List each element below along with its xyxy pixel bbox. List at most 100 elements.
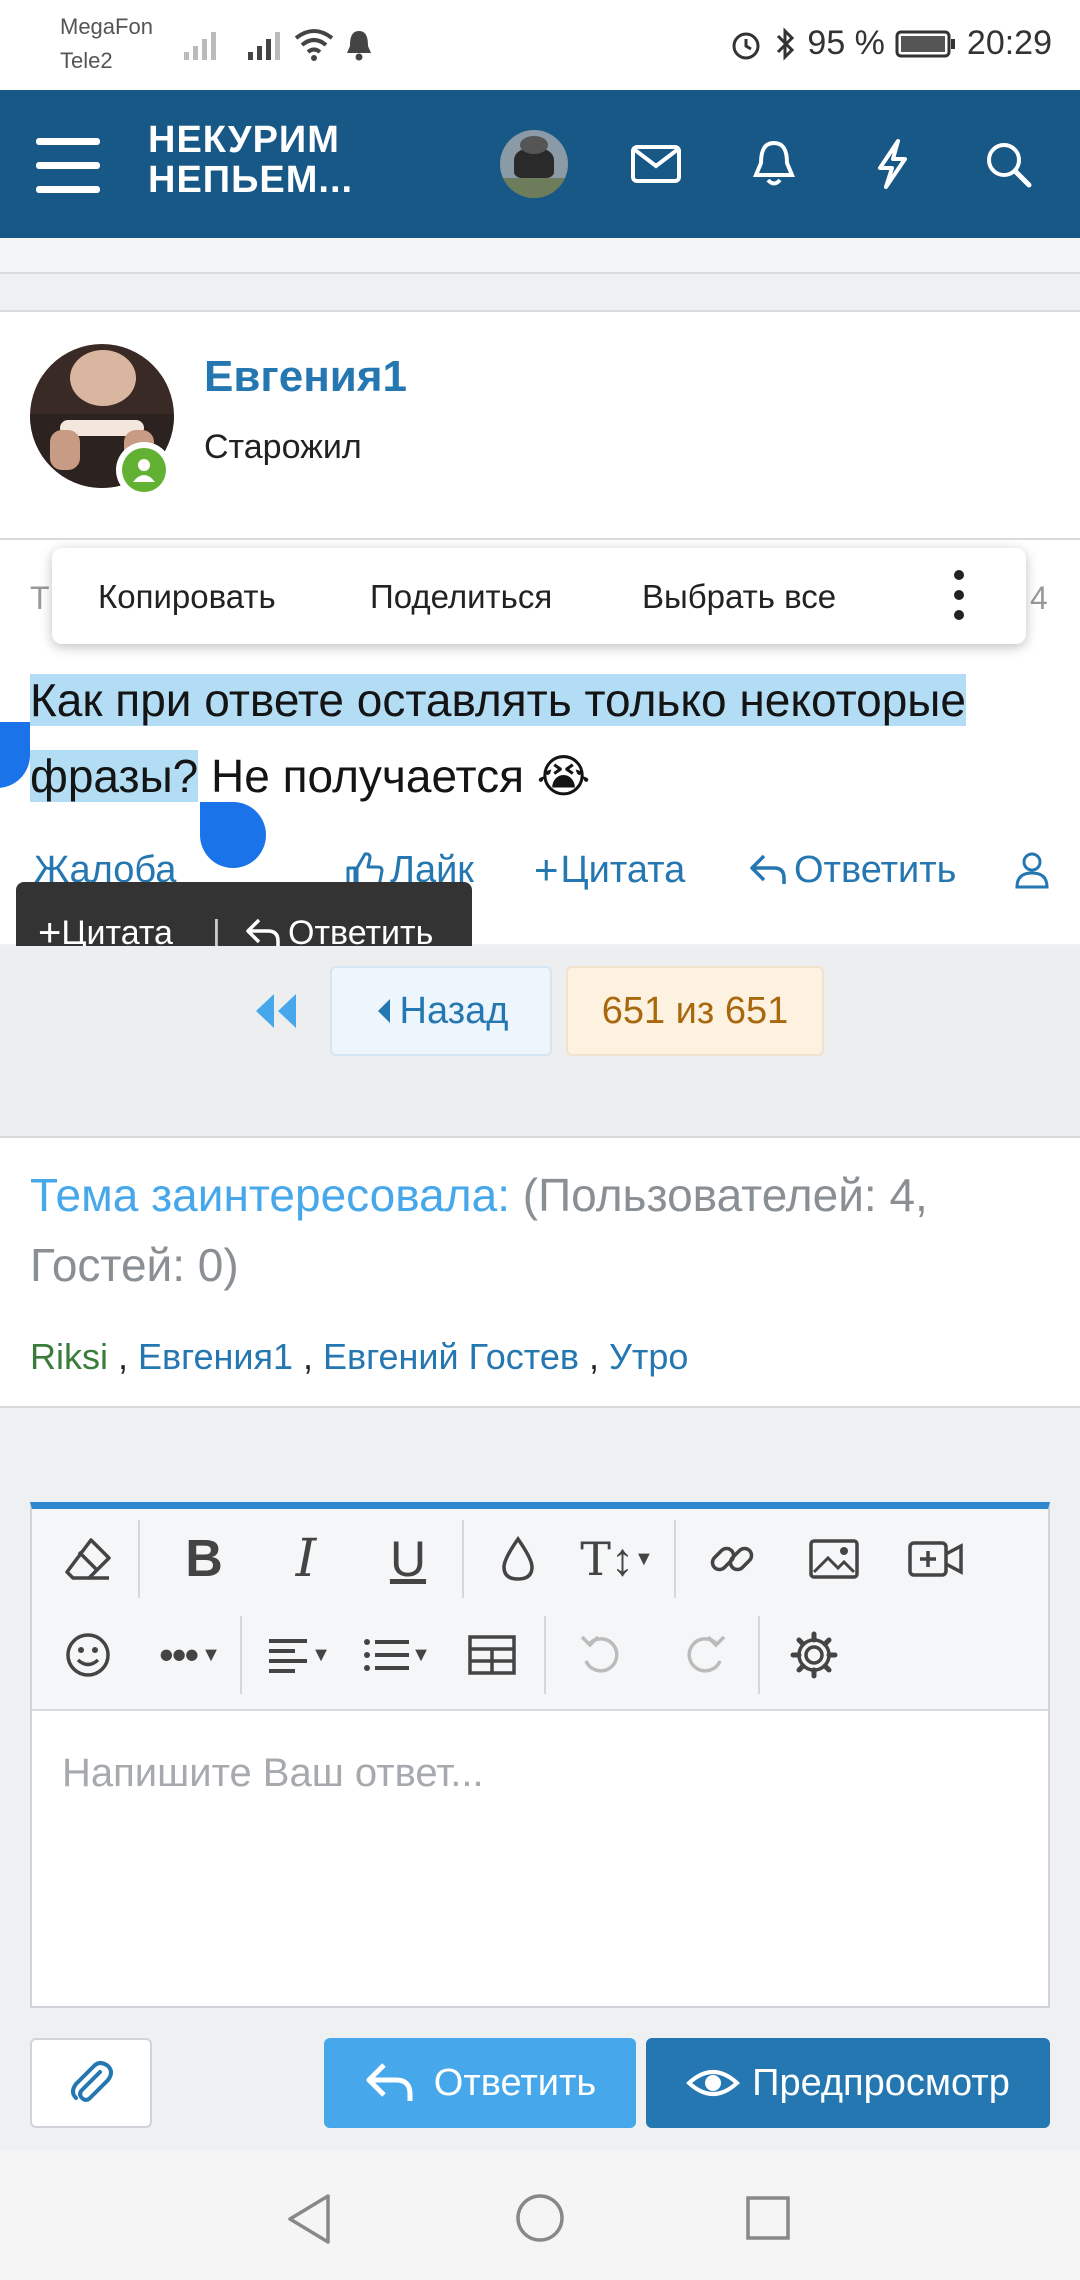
home-nav-icon[interactable] [514, 2192, 566, 2244]
reply-icon [750, 854, 786, 884]
align-icon[interactable]: ▼ [254, 1615, 342, 1695]
wifi-icon [294, 29, 334, 61]
menu-icon[interactable] [36, 134, 100, 194]
app-header: НЕКУРИМ НЕПЬЕМ... [0, 90, 1080, 238]
viewer-link[interactable]: Евгения1 [138, 1336, 293, 1377]
selection-start-handle[interactable] [0, 722, 30, 788]
header-spacer [0, 238, 1080, 274]
caret-left-icon [377, 999, 390, 1023]
viewer-link[interactable]: Евгений Гостев [323, 1336, 579, 1377]
post-date-obscured: Т [30, 580, 50, 616]
preview-button-label: Предпросмотр [752, 2061, 1010, 2104]
bell-icon[interactable] [732, 122, 816, 206]
online-indicator [116, 442, 172, 498]
underline-icon[interactable]: U [368, 1519, 448, 1599]
site-logo[interactable]: НЕКУРИМ НЕПЬЕМ... [148, 120, 353, 200]
more-options-icon[interactable]: ••• ▼ [146, 1615, 234, 1695]
text-selection-menu: Копировать Поделиться Выбрать все [52, 548, 1026, 644]
viewers-summary: Тема заинтересовала: (Пользователей: 4, … [30, 1160, 1060, 1300]
preview-button[interactable]: Предпросмотр [646, 2038, 1050, 2128]
logo-line-2: НЕПЬЕМ... [148, 159, 354, 201]
signal-icon [184, 32, 216, 60]
bluetooth-icon [777, 26, 795, 61]
post-header: Евгения1 Старожил [0, 310, 1080, 538]
reply-textarea[interactable]: Напишите Ваш ответ... [62, 1751, 484, 1796]
recents-nav-icon[interactable] [744, 2194, 792, 2242]
menu-share[interactable]: Поделиться [370, 578, 552, 616]
reply-editor: B I U T ↕ ▼ ••• ▼ ▼ ▼ Напишите Ваш ответ… [30, 1502, 1050, 2008]
font-size-icon[interactable]: T ↕ ▼ [572, 1519, 662, 1599]
system-nav-bar [0, 2150, 1080, 2280]
back-label: Назад [399, 989, 509, 1032]
battery-percent: 95 % [807, 24, 885, 62]
menu-arrow [86, 514, 122, 532]
reply-link[interactable]: Ответить [748, 849, 956, 892]
eye-icon [686, 2070, 741, 2096]
viewer-link[interactable]: Утро [609, 1336, 688, 1377]
italic-icon[interactable]: I [266, 1519, 346, 1599]
crying-emoji: 😭 [536, 750, 591, 802]
reply-icon [246, 918, 280, 946]
color-drop-icon[interactable] [478, 1519, 558, 1599]
video-icon[interactable] [896, 1519, 976, 1599]
redo-icon[interactable] [664, 1615, 744, 1695]
post-text-rest: Не получается [198, 750, 537, 802]
attach-button[interactable] [30, 2038, 152, 2128]
plus-icon: + [534, 846, 559, 893]
lightning-icon[interactable] [850, 122, 934, 206]
list-icon[interactable]: ▼ [352, 1615, 440, 1695]
reply-button-label: Ответить [433, 2061, 597, 2104]
logo-line-1: НЕКУРИМ [148, 119, 340, 161]
search-icon[interactable] [966, 122, 1050, 206]
clock: 20:29 [966, 24, 1052, 62]
viewer-link[interactable]: Riksi [30, 1336, 108, 1377]
user-icon [133, 459, 155, 482]
selected-text-line1: Как при ответе оставлять только некоторы… [30, 674, 966, 726]
alarm-icon [732, 32, 760, 59]
toolbar-separator [462, 1520, 464, 1598]
menu-copy[interactable]: Копировать [98, 578, 276, 616]
user-avatar[interactable] [500, 130, 568, 198]
thread-viewers: Тема заинтересовала: (Пользователей: 4, … [0, 1136, 1080, 1408]
reply-icon [366, 2063, 413, 2101]
bell-notification-icon [347, 31, 371, 61]
toolbar-row-2: ••• ▼ ▼ ▼ [32, 1607, 854, 1703]
quote-button[interactable]: + Цитата [534, 846, 685, 894]
page-status: 651 из 651 [566, 966, 824, 1056]
post-number-obscured: 4 [1030, 580, 1048, 616]
link-icon[interactable] [692, 1519, 772, 1599]
bold-icon[interactable]: B [164, 1519, 244, 1599]
status-right: 95 % 20:29 [729, 24, 1052, 63]
table-icon[interactable] [452, 1615, 532, 1695]
signal-icon [248, 32, 280, 60]
reply-label: Ответить [794, 848, 957, 891]
eraser-icon[interactable] [48, 1519, 128, 1599]
toolbar-separator [758, 1616, 760, 1694]
battery-icon [895, 30, 955, 57]
mail-icon[interactable] [614, 122, 698, 206]
back-nav-icon[interactable] [284, 2192, 334, 2246]
more-vert-icon[interactable] [954, 570, 966, 622]
author-title: Старожил [204, 428, 362, 466]
back-button[interactable]: Назад [330, 966, 552, 1056]
viewers-list: Riksi , Евгения1 , Евгений Гостев , Утро [30, 1336, 689, 1377]
menu-select-all[interactable]: Выбрать все [642, 578, 836, 616]
paperclip-icon [71, 2061, 113, 2102]
smiley-icon[interactable] [48, 1615, 128, 1695]
undo-icon[interactable] [562, 1615, 642, 1695]
carrier-1: MegaFon [60, 14, 153, 39]
toolbar-separator [138, 1520, 140, 1598]
toolbar-separator [240, 1616, 242, 1694]
carrier-2: Tele2 [60, 48, 113, 73]
toolbar-row-1: B I U T ↕ ▼ [32, 1513, 976, 1605]
author-name[interactable]: Евгения1 [204, 352, 407, 402]
first-page-icon[interactable] [250, 988, 302, 1034]
image-icon[interactable] [794, 1519, 874, 1599]
viewers-label: Тема заинтересовала: [30, 1169, 510, 1221]
user-icon[interactable] [1012, 850, 1052, 890]
quote-label: Цитата [560, 848, 686, 891]
reply-button[interactable]: Ответить [324, 2038, 636, 2128]
selected-text-line2: фразы? [30, 750, 199, 802]
gear-icon[interactable] [774, 1615, 854, 1695]
toolbar-separator [544, 1616, 546, 1694]
